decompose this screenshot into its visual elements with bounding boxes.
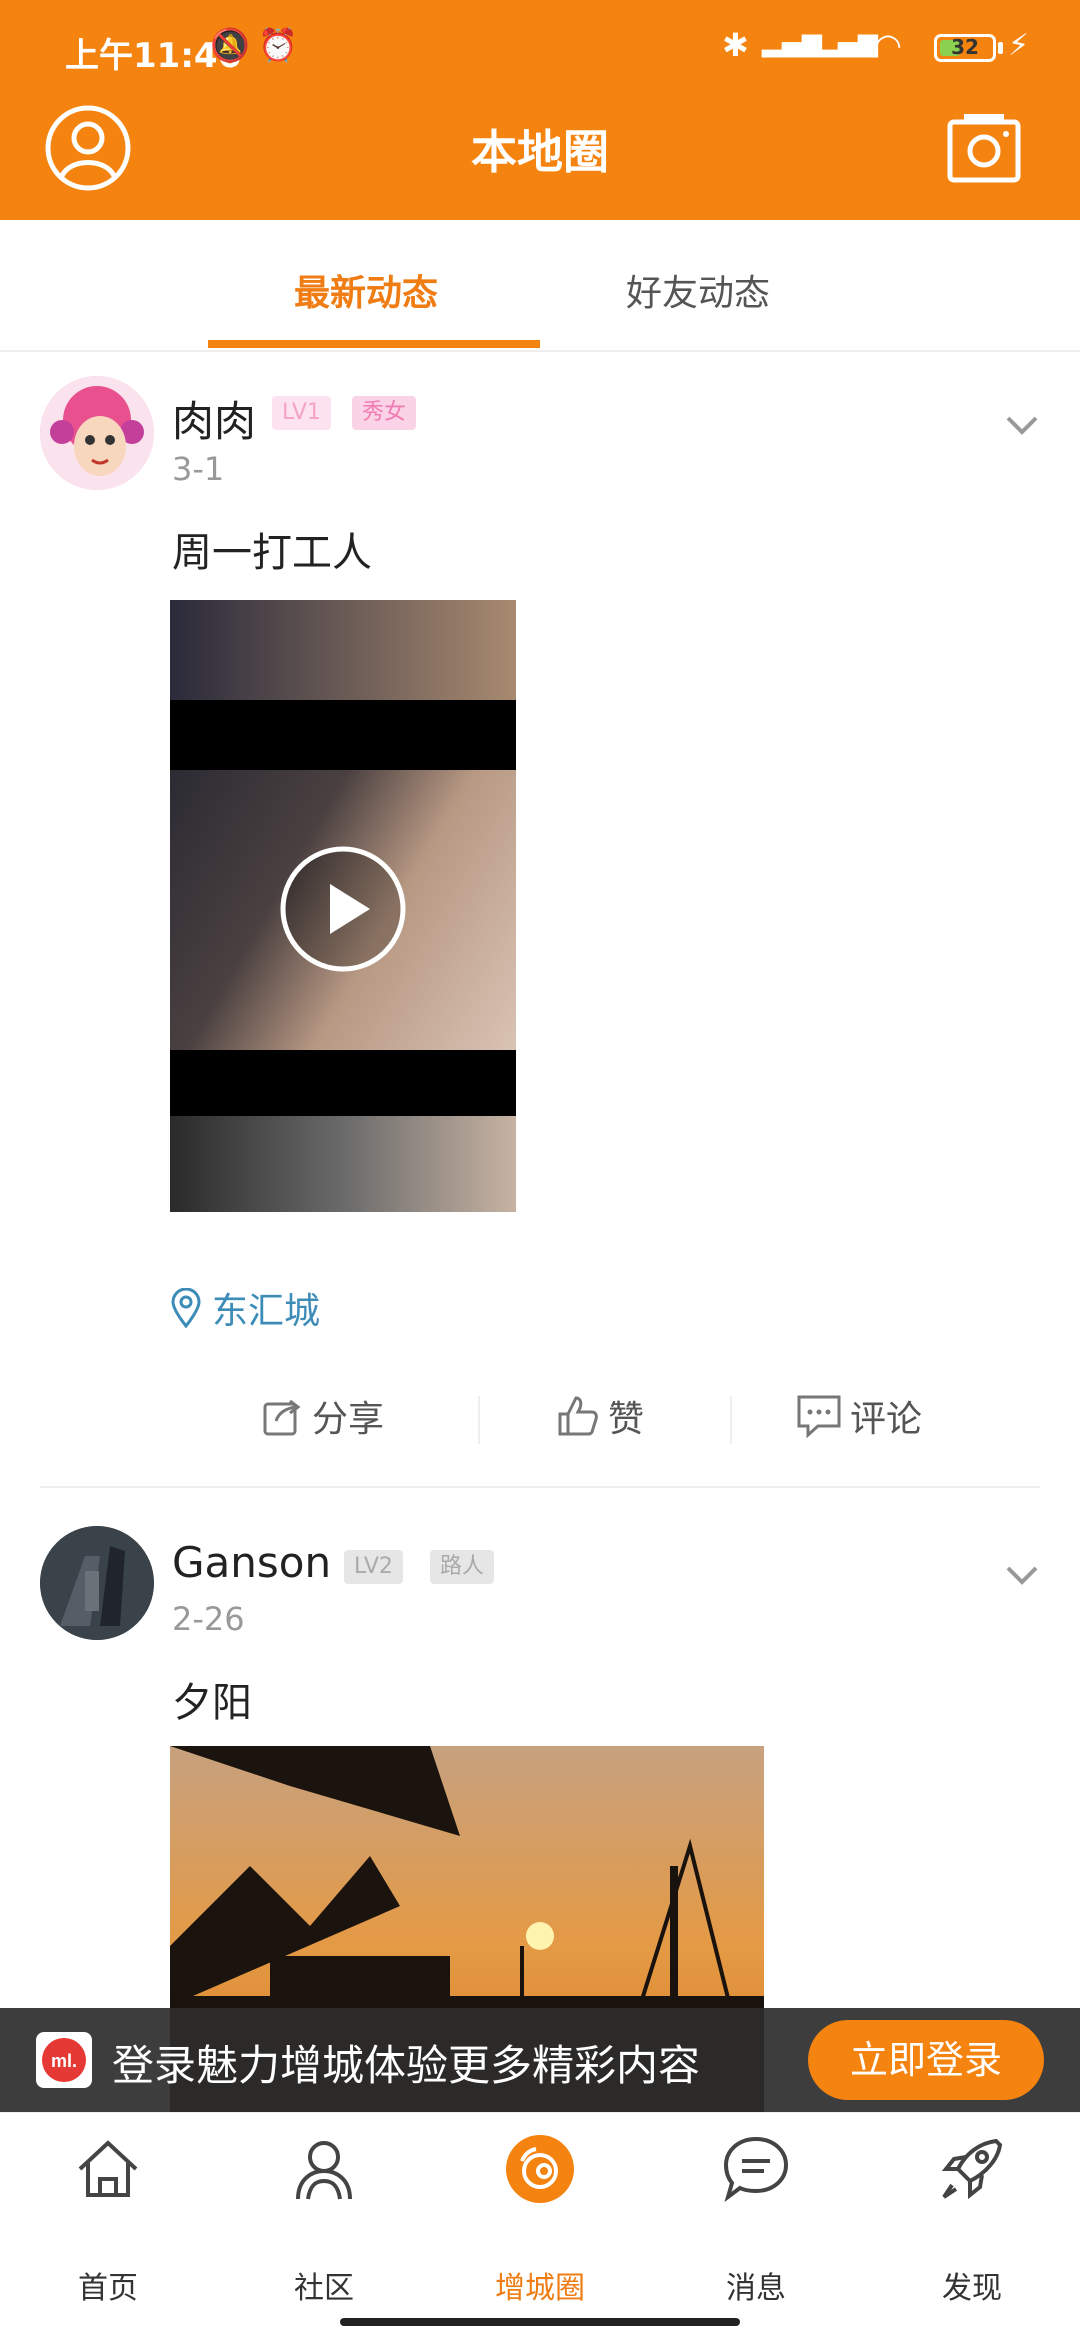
post-author[interactable]: 肉肉 xyxy=(172,388,256,449)
tag-badge: 路人 xyxy=(430,1550,495,1584)
post-text: 周一打工人 xyxy=(172,530,372,576)
post-video-thumbnail[interactable] xyxy=(170,600,516,1212)
rocket-icon xyxy=(941,2138,1003,2200)
post-location[interactable]: 东汇城 xyxy=(170,1282,320,1334)
charging-icon: ⚡ xyxy=(1008,28,1030,63)
nav-discover[interactable]: 发现 xyxy=(864,2113,1080,2313)
share-icon xyxy=(263,1399,301,1436)
signal-icon-2: ▂▄▆ xyxy=(818,28,878,58)
battery-icon: 32 xyxy=(934,34,996,62)
camera-icon[interactable] xyxy=(946,110,1022,186)
post-text: 夕阳 xyxy=(172,1680,252,1726)
post-divider xyxy=(40,1486,1040,1488)
mute-icon: 🔕 xyxy=(210,26,250,64)
action-divider xyxy=(478,1396,480,1444)
app-logo: ml. xyxy=(36,2032,92,2088)
home-indicator xyxy=(340,2318,740,2326)
play-icon[interactable] xyxy=(278,844,408,974)
login-banner: ml. 登录魅力增城体验更多精彩内容 立即登录 xyxy=(0,2008,1080,2112)
circle-icon xyxy=(506,2135,574,2203)
nav-community[interactable]: 社区 xyxy=(216,2113,432,2313)
post-actions: 分享 赞 评论 xyxy=(0,1376,1080,1456)
community-icon xyxy=(296,2141,352,2200)
post-author[interactable]: Ganson xyxy=(172,1538,331,1587)
top-app-bar: 上午11:46 🔕 ⏰ ✱ ▂▄▆ ▂▄▆ ◠ 32 ⚡ 本地圈 xyxy=(0,0,1080,220)
comment-icon xyxy=(797,1395,841,1438)
wifi-icon: ◠ xyxy=(874,26,902,64)
bottom-nav: 首页 社区 增城圈 消息 发现 xyxy=(0,2112,1080,2341)
avatar[interactable] xyxy=(40,376,154,490)
comment-button[interactable]: 评论 xyxy=(796,1390,922,1442)
alarm-icon: ⏰ xyxy=(258,26,298,64)
nav-messages[interactable]: 消息 xyxy=(648,2113,864,2313)
nav-home[interactable]: 首页 xyxy=(0,2113,216,2313)
post-date: 2-26 xyxy=(172,1600,245,1638)
location-label: 东汇城 xyxy=(212,1291,321,1332)
feed-tabs: 最新动态 好友动态 xyxy=(0,220,1080,352)
tab-indicator xyxy=(208,340,540,348)
svg-text:ml.: ml. xyxy=(51,2051,77,2071)
thumbs-up-icon xyxy=(558,1396,598,1436)
page-title: 本地圈 xyxy=(471,125,609,179)
battery-tip xyxy=(998,42,1003,54)
tab-latest[interactable]: 最新动态 xyxy=(294,264,438,316)
login-prompt: 登录魅力增城体验更多精彩内容 xyxy=(112,2041,701,2090)
tag-badge: 秀女 xyxy=(352,396,417,430)
bluetooth-icon: ✱ xyxy=(722,26,749,64)
message-icon xyxy=(723,2136,789,2203)
nav-circle[interactable]: 增城圈 xyxy=(432,2113,648,2313)
home-icon xyxy=(78,2140,138,2197)
login-button[interactable]: 立即登录 xyxy=(808,2020,1044,2100)
level-badge: LV1 xyxy=(272,396,331,430)
like-button[interactable]: 赞 xyxy=(556,1390,644,1442)
avatar[interactable] xyxy=(40,1526,154,1640)
location-pin-icon xyxy=(171,1288,201,1328)
level-badge: LV2 xyxy=(344,1550,403,1584)
chevron-down-icon[interactable] xyxy=(1002,1554,1042,1594)
action-divider xyxy=(730,1396,732,1444)
tab-friends[interactable]: 好友动态 xyxy=(626,264,770,316)
signal-icon: ▂▄▆ xyxy=(762,28,822,58)
post-date: 3-1 xyxy=(172,450,225,488)
chevron-down-icon[interactable] xyxy=(1002,404,1042,444)
share-button[interactable]: 分享 xyxy=(262,1390,384,1442)
